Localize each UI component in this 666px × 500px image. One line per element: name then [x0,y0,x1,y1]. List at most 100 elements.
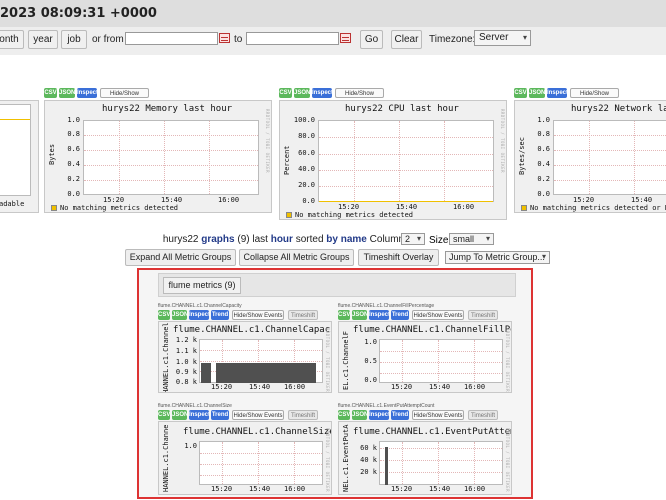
graph-ylabel: Percent [283,145,291,175]
x-tick: 15:20 [211,485,233,493]
y-tick: 0.4 [67,160,80,168]
graph-title: hurys22 Network last [571,104,666,114]
y-tick: 20.0 [298,181,315,189]
graph-title: flume.CHANNEL.c1.EventPutAttemptCount [353,427,511,437]
metric-graph-channel-fill-percentage: flume.CHANNEL.c1.ChannelFillPercentage E… [338,321,512,393]
x-tick: 15:40 [396,203,418,211]
hide-show-events-button[interactable]: Hide/Show Events [412,410,464,420]
csv-button[interactable]: CSV [514,88,527,98]
csv-button[interactable]: CSV [158,310,170,320]
csv-button[interactable]: CSV [158,410,170,420]
json-button[interactable]: JSON [172,310,188,320]
columns-select[interactable]: 2 ▾ [401,233,425,245]
collapse-all-groups-button[interactable]: Collapse All Metric Groups [239,249,354,266]
timeshift-button[interactable]: Timeshift [288,410,318,420]
x-tick: 15:40 [161,196,183,204]
trend-button[interactable]: Trend [211,310,229,320]
inspect-button[interactable]: Inspect [77,88,98,98]
y-tick: 0.9 k [175,368,197,376]
columns-value: 2 [405,234,411,244]
graph-plot [379,441,503,485]
calendar-icon[interactable] [340,33,351,43]
graphs-summary: hurys22 graphs (9) last hour sorted by n… [0,234,666,245]
timeshift-button[interactable]: Timeshift [468,410,498,420]
y-tick: 1.0 [67,116,80,124]
capacity-bar [201,363,211,383]
csv-button[interactable]: CSV [44,88,57,98]
summary-sorted: sorted [295,234,324,245]
rrd-watermark: RRDTOOL / TOBI OETIKER [325,328,330,392]
hide-show-events-button[interactable]: Hide/Show Events [232,310,284,320]
calendar-icon[interactable] [219,33,230,43]
graph-plot [553,120,666,195]
json-button[interactable]: JSON [172,410,188,420]
x-tick: 15:40 [631,196,653,204]
y-tick: 0.0 [364,376,377,384]
metric-graph-channel-capacity: flume.CHANNEL.c1.ChannelCapacity HANNEL.… [158,321,332,393]
y-tick: 0.2 [537,175,550,183]
metric-small-label: flume.CHANNEL.c1.EventPutAttemptCount [338,403,435,409]
trend-button[interactable]: Trend [211,410,229,420]
timezone-select[interactable]: Server ▾ [474,30,531,46]
x-tick: 15:20 [211,383,233,391]
hide-show-events-button[interactable]: Hide/Show Events [232,410,284,420]
rrd-watermark: RRDTOOL / TOBI OETIKER [325,428,330,492]
clear-button[interactable]: Clear [391,30,422,49]
go-button[interactable]: Go [360,30,383,49]
json-button[interactable]: JSON [352,310,368,320]
json-button[interactable]: JSON [529,88,545,98]
trend-button[interactable]: Trend [391,410,409,420]
rrd-watermark: RRDTOOL / TOBI OETIKER [265,109,270,173]
inspect-button[interactable]: Inspect [189,310,210,320]
timeshift-overlay-button[interactable]: Timeshift Overlay [358,249,439,266]
expand-all-groups-button[interactable]: Expand All Metric Groups [125,249,236,266]
inspect-button[interactable]: Inspect [312,88,333,98]
rrd-watermark: RRDTOOL / TOBI OETIKER [505,328,510,392]
metric-small-label: flume.CHANNEL.c1.ChannelFillPercentage [338,303,435,309]
json-button[interactable]: JSON [59,88,75,98]
inspect-button[interactable]: Inspect [189,410,210,420]
graph-title: hurys22 Memory last hour [102,104,233,114]
size-select[interactable]: small ▾ [449,233,494,245]
graph-ylabel: EL.c1.ChannelF [342,330,350,390]
graph-plot [83,120,259,195]
hide-show-events-button[interactable]: Hide/Show Events [570,88,619,107]
hide-show-events-button[interactable]: Hide/Show Events [335,88,384,107]
timezone-value: Server [479,32,509,43]
range-year-button[interactable]: year [28,30,58,49]
to-date-input[interactable] [246,32,339,45]
inspect-button[interactable]: Inspect [547,88,568,98]
summary-host: hurys22 [162,234,199,245]
jump-to-group-select[interactable]: Jump To Metric Group... ▾ [445,251,550,264]
metric-small-label: flume.CHANNEL.c1.ChannelSize [158,403,232,409]
json-button[interactable]: JSON [352,410,368,420]
x-tick: 15:20 [391,383,413,391]
chevron-down-icon: ▾ [522,33,527,42]
timeshift-button[interactable]: Timeshift [468,310,498,320]
hide-show-events-button[interactable]: Hide/Show Events [412,310,464,320]
trend-button[interactable]: Trend [391,310,409,320]
legend-text: adable [0,200,25,208]
inspect-button[interactable]: Inspect [369,310,390,320]
timeshift-button[interactable]: Timeshift [288,310,318,320]
csv-button[interactable]: CSV [338,410,350,420]
range-month-button[interactable]: onth [0,30,24,49]
x-tick: 16:00 [464,383,486,391]
metric-group-toggle[interactable]: flume metrics (9) [163,277,241,294]
json-button[interactable]: JSON [294,88,310,98]
legend-swatch [286,212,292,218]
graph-card-network: hurys22 Network last Bytes/sec 1.0 0.8 0… [514,100,666,213]
range-job-button[interactable]: job [61,30,87,49]
hide-show-events-button[interactable]: Hide/Show Events [100,88,149,107]
y-tick: 20 k [360,468,377,476]
graph-ylabel: Bytes/sec [518,137,526,175]
y-tick: 60.0 [298,149,315,157]
y-tick: 0.8 [67,130,80,138]
x-tick: 16:00 [284,485,306,493]
csv-button[interactable]: CSV [279,88,292,98]
inspect-button[interactable]: Inspect [369,410,390,420]
y-tick: 0.2 [67,175,80,183]
from-date-input[interactable] [125,32,218,45]
csv-button[interactable]: CSV [338,310,350,320]
graph-plot [0,104,31,196]
